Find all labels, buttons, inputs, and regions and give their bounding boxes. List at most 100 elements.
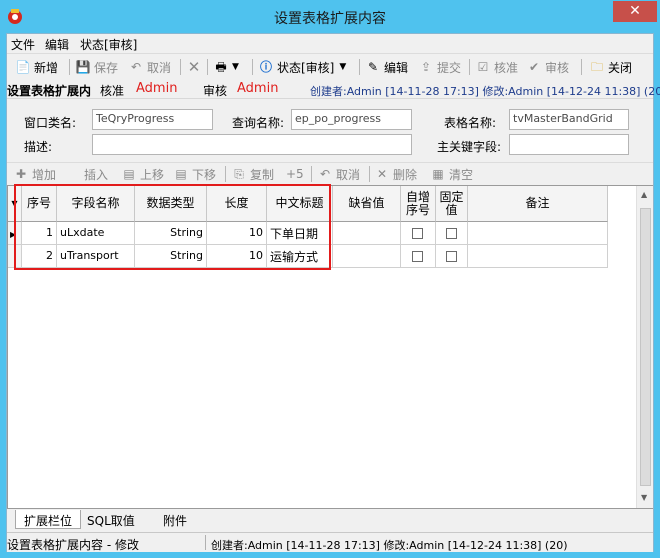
- cell-seq[interactable]: 2: [22, 245, 57, 268]
- save-button[interactable]: 💾 保存: [75, 58, 119, 76]
- cell-auto[interactable]: [401, 245, 436, 268]
- clear-button[interactable]: ▦ 清空: [430, 165, 473, 183]
- verify-icon: ☑: [477, 60, 489, 74]
- row-indicator-header: ▼: [8, 186, 22, 222]
- cell-field[interactable]: uTransport: [57, 245, 135, 268]
- cell-type[interactable]: String: [135, 222, 207, 245]
- desc-field[interactable]: [92, 134, 412, 155]
- add-row-button[interactable]: ✚ 增加: [13, 165, 56, 183]
- window-title: 设置表格扩展内容: [274, 11, 386, 27]
- delete-x-icon: ✕: [187, 58, 201, 76]
- delete-x-icon: ✕: [376, 167, 388, 181]
- col-header-length[interactable]: 长度: [207, 186, 267, 222]
- move-up-button[interactable]: ▤ 上移: [121, 165, 164, 183]
- app-window: 设置表格扩展内容 ✕ 文件 编辑 状态[审核] 📄新增 💾保存 ↶取消 ✕: [0, 0, 660, 558]
- menu-file[interactable]: 文件: [11, 36, 35, 53]
- cell-remark[interactable]: [468, 245, 608, 268]
- table-name-field[interactable]: tvMasterBandGrid: [509, 109, 629, 130]
- insert-row-button[interactable]: 插入: [84, 165, 108, 183]
- separator: [581, 59, 582, 75]
- cell-field[interactable]: uLxdate: [57, 222, 135, 245]
- col-header-seq[interactable]: 序号: [22, 186, 57, 222]
- edit-button[interactable]: ✎ 编辑: [365, 58, 408, 76]
- fixed-checkbox[interactable]: [446, 251, 457, 262]
- status-button[interactable]: ⓘ 状态[审核] ▼: [258, 58, 346, 76]
- form-area: 窗口类名: TeQryProgress 查询名称: ep_po_progress…: [7, 100, 653, 160]
- cancel-button[interactable]: ↶ 取消: [128, 58, 171, 76]
- status-divider: [205, 535, 206, 550]
- query-name-field[interactable]: ep_po_progress: [291, 109, 412, 130]
- audit-button[interactable]: ✔ 审核: [526, 58, 569, 76]
- copy-row-button[interactable]: ⎘ 复制: [231, 165, 274, 183]
- plus5-button[interactable]: +5: [286, 165, 304, 183]
- title-bar[interactable]: 设置表格扩展内容 ✕: [0, 0, 660, 33]
- col-header-remark[interactable]: 备注: [468, 186, 608, 222]
- row-selector[interactable]: [8, 245, 22, 268]
- vertical-scrollbar[interactable]: ▲ ▼: [636, 186, 653, 508]
- verify-label: 核准: [100, 84, 125, 98]
- col-header-auto[interactable]: 自增 序号: [401, 186, 436, 222]
- move-down-button[interactable]: ▤ 下移: [173, 165, 216, 183]
- auto-checkbox[interactable]: [412, 251, 423, 262]
- delete-row-button[interactable]: ✕ 删除: [374, 165, 417, 183]
- cell-length[interactable]: 10: [207, 245, 267, 268]
- menu-edit[interactable]: 编辑: [45, 36, 69, 53]
- pk-field[interactable]: [509, 134, 629, 155]
- undo-icon: ↶: [130, 60, 142, 74]
- scroll-up-icon[interactable]: ▲: [641, 190, 647, 199]
- separator: [207, 59, 208, 75]
- cell-caption[interactable]: 运输方式: [267, 245, 333, 268]
- row-selector[interactable]: ▶: [8, 222, 22, 245]
- client-area: 文件 编辑 状态[审核] 📄 新增 💾 保存 ↶ 取消 ✕ 🖶 ▼ ⓘ 状态[审…: [6, 33, 660, 552]
- fields-grid: ▼ 序号 字段名称 数据类型 长度 中文标题 缺省值 自增 序号 固定 值 备注…: [7, 185, 653, 509]
- fixed-checkbox[interactable]: [446, 228, 457, 239]
- scroll-thumb[interactable]: [640, 208, 651, 486]
- grid-cancel-button[interactable]: ↶ 取消: [317, 165, 360, 183]
- cell-auto[interactable]: [401, 222, 436, 245]
- status-creator: 创建者:Admin [14-11-28 17:13] 修改:Admin [14-…: [211, 539, 568, 552]
- scroll-down-icon[interactable]: ▼: [641, 493, 647, 502]
- delete-button[interactable]: ✕: [186, 58, 205, 76]
- chevron-down-icon: ▼: [339, 62, 347, 72]
- submit-icon: ⇪: [420, 60, 432, 74]
- cell-default[interactable]: [333, 222, 401, 245]
- separator: [252, 59, 253, 75]
- col-header-caption[interactable]: 中文标题: [267, 186, 333, 222]
- window-class-label: 窗口类名:: [24, 116, 77, 130]
- submit-button[interactable]: ⇪ 提交: [418, 58, 461, 76]
- separator: [311, 166, 312, 182]
- tab-extended-fields[interactable]: 扩展栏位: [15, 510, 82, 529]
- new-doc-icon: 📄: [15, 60, 31, 74]
- plus-icon: ✚: [15, 167, 27, 181]
- window-class-field[interactable]: TeQryProgress: [92, 109, 213, 130]
- menu-status[interactable]: 状态[审核]: [80, 36, 137, 53]
- chevron-down-icon: ▼: [232, 62, 239, 72]
- info-bar: 设置表格扩展内 核准 Admin 审核 Admin 创建者:Admin [14-…: [7, 79, 660, 99]
- col-header-type[interactable]: 数据类型: [135, 186, 207, 222]
- col-header-fixed[interactable]: 固定 值: [436, 186, 468, 222]
- check-circle-icon: ✔: [528, 60, 540, 74]
- tab-sql-value[interactable]: SQL取值: [79, 510, 143, 529]
- col-header-field[interactable]: 字段名称: [57, 186, 135, 222]
- cell-length[interactable]: 10: [207, 222, 267, 245]
- close-button[interactable]: 🗀 关闭: [589, 58, 632, 76]
- current-row-arrow-icon: ▶: [10, 230, 17, 239]
- cell-fixed[interactable]: [436, 245, 468, 268]
- auto-checkbox[interactable]: [412, 228, 423, 239]
- print-button[interactable]: 🖶 ▼: [213, 58, 239, 76]
- close-window-button[interactable]: ✕: [613, 1, 657, 22]
- bottom-tabs: 扩展栏位 SQL取值 附件: [7, 510, 653, 530]
- col-header-default[interactable]: 缺省值: [333, 186, 401, 222]
- cell-caption[interactable]: 下单日期: [267, 222, 333, 245]
- status-bar: 设置表格扩展内容 - 修改 创建者:Admin [14-11-28 17:13]…: [7, 532, 653, 552]
- new-button[interactable]: 📄 新增: [15, 58, 59, 76]
- cell-remark[interactable]: [468, 222, 608, 245]
- copy-icon: ⎘: [234, 167, 244, 181]
- cell-fixed[interactable]: [436, 222, 468, 245]
- cell-default[interactable]: [333, 245, 401, 268]
- cell-seq[interactable]: 1: [22, 222, 57, 245]
- grid-toolbar: ✚ 增加 插入 ▤ 上移 ▤ 下移 ⎘ 复制 +5 ↶ 取消 ✕ 删除 ▦ 清空: [7, 162, 653, 185]
- tab-attachment[interactable]: 附件: [155, 510, 195, 529]
- verify-button[interactable]: ☑ 核准: [475, 58, 518, 76]
- cell-type[interactable]: String: [135, 245, 207, 268]
